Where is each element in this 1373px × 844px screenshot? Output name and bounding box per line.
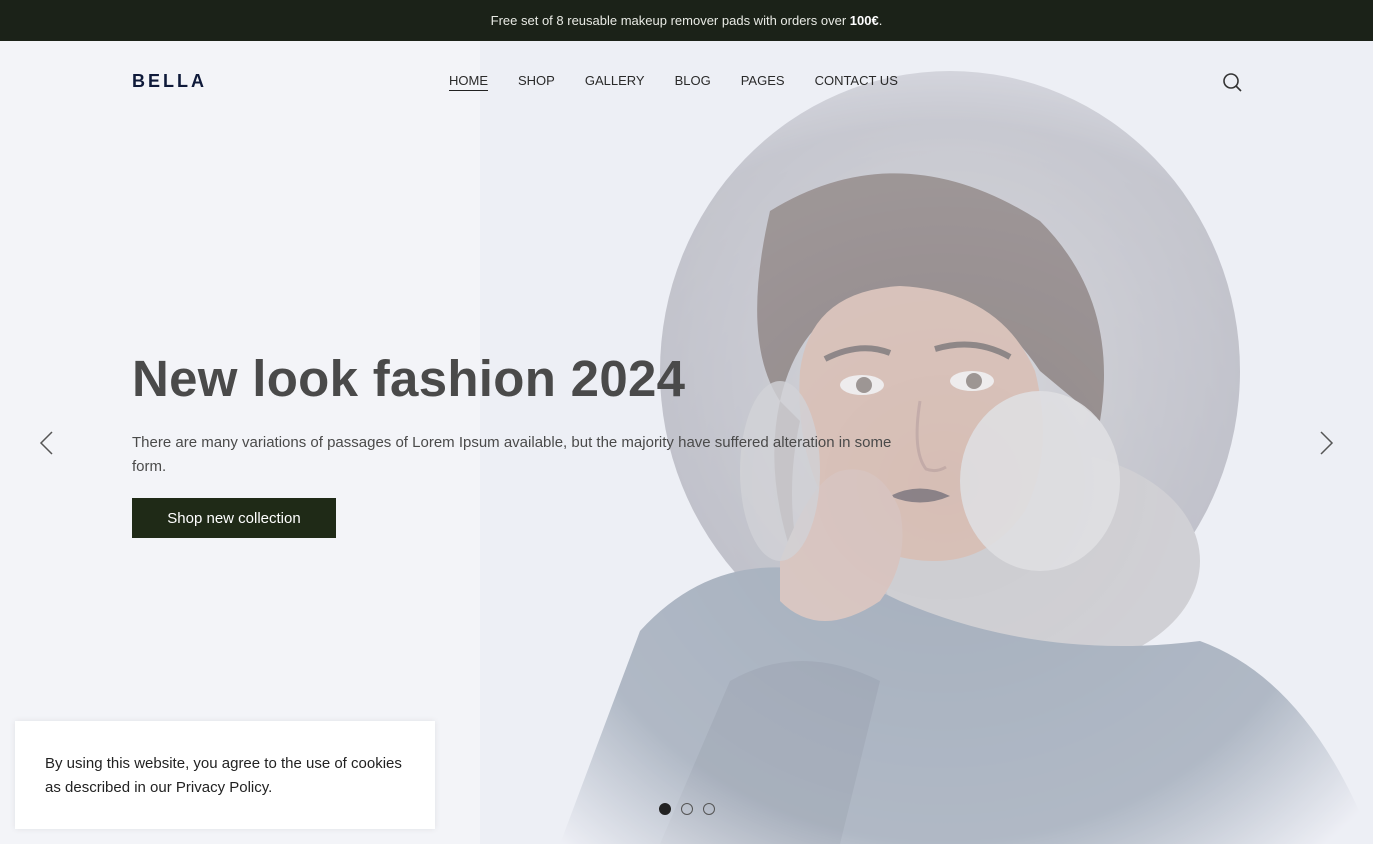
site-header: BELLA HOME SHOP GALLERY BLOG PAGES CONTA…: [0, 41, 1373, 121]
announcement-text: Free set of 8 reusable makeup remover pa…: [490, 13, 847, 28]
nav-item-home[interactable]: HOME: [449, 73, 488, 91]
slider-dot-1[interactable]: [659, 803, 671, 815]
search-icon[interactable]: [1221, 71, 1243, 93]
shop-new-collection-button[interactable]: Shop new collection: [132, 498, 336, 538]
slider-dots: [659, 803, 715, 815]
nav-item-shop[interactable]: SHOP: [518, 73, 555, 91]
main-nav: HOME SHOP GALLERY BLOG PAGES CONTACT US: [449, 73, 898, 91]
nav-item-contact-us[interactable]: CONTACT US: [815, 73, 898, 91]
nav-item-blog[interactable]: BLOG: [675, 73, 711, 91]
cookie-notice: By using this website, you agree to the …: [15, 721, 435, 829]
nav-item-pages[interactable]: PAGES: [741, 73, 785, 91]
chevron-left-icon[interactable]: [35, 430, 59, 456]
nav-item-gallery[interactable]: GALLERY: [585, 73, 645, 91]
cookie-text-block: By using this website, you agree to the …: [45, 752, 405, 800]
hero-title: New look fashion 2024: [132, 350, 686, 407]
slider-dot-2[interactable]: [681, 803, 693, 815]
privacy-policy-link[interactable]: Privacy Policy: [176, 779, 268, 796]
announcement-amount: 100€: [849, 13, 879, 28]
slider-dot-3[interactable]: [703, 803, 715, 815]
announcement-suffix: .: [878, 13, 883, 28]
logo[interactable]: BELLA: [132, 71, 207, 92]
cookie-suffix: .: [268, 779, 273, 796]
chevron-right-icon[interactable]: [1314, 430, 1338, 456]
hero-description: There are many variations of passages of…: [132, 434, 892, 475]
announcement-bar: Free set of 8 reusable makeup remover pa…: [0, 0, 1373, 41]
